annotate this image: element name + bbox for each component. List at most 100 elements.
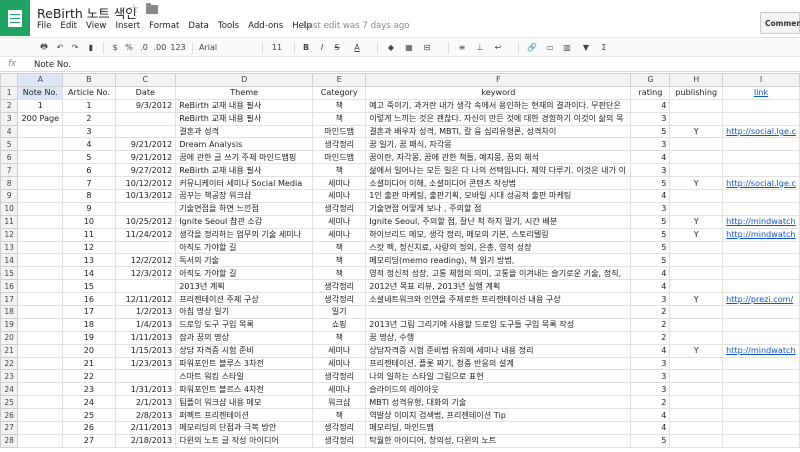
cell-d24[interactable]: 파워포인트 블르스 4차전 bbox=[175, 382, 314, 397]
cell-d23[interactable]: 스마트 워킹 스타일 bbox=[175, 369, 314, 384]
select-all-corner[interactable] bbox=[0, 73, 19, 87]
cell-b3[interactable]: 2 bbox=[62, 111, 116, 126]
menu-addons[interactable]: Add-ons bbox=[248, 21, 283, 31]
cell-b8[interactable]: 7 bbox=[62, 176, 116, 191]
cell-c13[interactable] bbox=[114, 240, 177, 255]
cell-c27[interactable]: 2/11/2013 bbox=[114, 421, 177, 435]
cell-c12[interactable]: 11/24/2012 bbox=[114, 227, 177, 242]
cell-g12[interactable]: 5 bbox=[630, 227, 671, 242]
row-header[interactable]: 4 bbox=[0, 124, 19, 139]
cell-c22[interactable]: 1/23/2013 bbox=[114, 356, 177, 371]
cell-g5[interactable]: 3 bbox=[630, 137, 671, 152]
cell-f22[interactable]: 프리젠테이션, 플롯 짜기, 청중 반응의 설계 bbox=[365, 356, 632, 371]
cell-d15[interactable]: 아직도 가야할 길 bbox=[175, 266, 314, 281]
cell-i5[interactable] bbox=[722, 137, 800, 152]
cell-d20[interactable]: 잠과 꿈의 명상 bbox=[175, 330, 314, 345]
cell-a14[interactable] bbox=[17, 253, 64, 268]
cell-i11[interactable]: http://mindwatch bbox=[722, 214, 800, 229]
cell-f20[interactable]: 꿈 명상, 수행 bbox=[365, 330, 632, 345]
cell-d18[interactable]: 아침 명상 일기 bbox=[175, 305, 314, 319]
cell-h15[interactable] bbox=[669, 266, 724, 281]
menu-view[interactable]: View bbox=[86, 21, 106, 31]
row-header[interactable]: 14 bbox=[0, 253, 19, 268]
cell-b11[interactable]: 10 bbox=[62, 214, 116, 229]
cell-b16[interactable]: 15 bbox=[62, 279, 116, 294]
cell-h17[interactable]: Y bbox=[669, 292, 724, 307]
cell-b15[interactable]: 14 bbox=[62, 266, 116, 281]
cell-c26[interactable]: 2/8/2013 bbox=[114, 408, 177, 423]
cell-d3[interactable]: ReBirth 교재 내용 필사 bbox=[175, 111, 314, 126]
cell-b21[interactable]: 20 bbox=[62, 343, 116, 358]
decrease-decimal-button[interactable]: .0 bbox=[138, 41, 150, 54]
cell-i22[interactable] bbox=[722, 356, 800, 371]
cell-e13[interactable]: 책 bbox=[312, 240, 367, 255]
cell-f5[interactable]: 꿈 일기, 꿈 패식, 자각몽 bbox=[365, 137, 632, 152]
cell-i16[interactable] bbox=[722, 279, 800, 294]
insert-comment-icon[interactable]: ▭ bbox=[544, 41, 556, 54]
cell-c24[interactable]: 1/31/2013 bbox=[114, 382, 177, 397]
cell-g11[interactable]: 5 bbox=[630, 214, 671, 229]
cell-b20[interactable]: 19 bbox=[62, 330, 116, 345]
cell-d14[interactable]: 독서의 기술 bbox=[175, 253, 314, 268]
cell-d25[interactable]: 팀플이 워크샵 내용 메모 bbox=[175, 395, 314, 410]
cell-f15[interactable]: 영적 정신적 성장, 고통 체험의 의미, 고통을 이겨내는 슬기로운 기술, … bbox=[365, 266, 632, 281]
cell-a20[interactable] bbox=[17, 330, 64, 345]
cell-h20[interactable] bbox=[669, 330, 724, 345]
cell-a1[interactable]: Note No. bbox=[17, 85, 64, 100]
row-header[interactable]: 19 bbox=[0, 317, 19, 332]
cell-a28[interactable] bbox=[17, 433, 64, 448]
cell-b13[interactable]: 12 bbox=[62, 240, 116, 255]
cell-a11[interactable] bbox=[17, 214, 64, 229]
row-header[interactable]: 21 bbox=[0, 343, 19, 358]
font-family-select[interactable]: Arial bbox=[199, 41, 249, 54]
cell-e6[interactable]: 마인드맵 bbox=[312, 150, 367, 165]
cell-f25[interactable]: MBTI 성격유형, 대화의 기술 bbox=[365, 395, 632, 410]
cell-i24[interactable] bbox=[722, 382, 800, 397]
cell-d17[interactable]: 프리젠테이션 주제 구상 bbox=[175, 292, 314, 307]
cell-b7[interactable]: 6 bbox=[62, 163, 116, 178]
cell-g14[interactable]: 5 bbox=[630, 253, 671, 268]
row-header[interactable]: 20 bbox=[0, 330, 19, 345]
cell-h11[interactable]: Y bbox=[669, 214, 724, 229]
cell-i3[interactable] bbox=[722, 111, 800, 126]
cell-c21[interactable]: 1/15/2013 bbox=[114, 343, 177, 358]
cell-a27[interactable] bbox=[17, 421, 64, 435]
cell-g7[interactable]: 3 bbox=[630, 163, 671, 178]
cell-i20[interactable] bbox=[722, 330, 800, 345]
italic-button[interactable]: I bbox=[316, 41, 328, 54]
cell-f7[interactable]: 삶에서 일어나는 모든 일은 다 나의 선택입니다. 제약 다루기. 이것은 내… bbox=[365, 163, 632, 178]
cell-c23[interactable] bbox=[114, 369, 177, 384]
cell-h18[interactable] bbox=[669, 305, 724, 319]
cell-b26[interactable]: 25 bbox=[62, 408, 116, 423]
column-header-a[interactable]: A bbox=[17, 73, 64, 87]
cell-h14[interactable] bbox=[669, 253, 724, 268]
borders-icon[interactable]: ▦ bbox=[403, 41, 415, 54]
menu-file[interactable]: File bbox=[37, 21, 51, 31]
cell-e22[interactable]: 세미나 bbox=[312, 356, 367, 371]
cell-f17[interactable]: 소셜네트워크와 인연을 주제로한 프리젠테이션 내용 구상 bbox=[365, 292, 632, 307]
cell-e11[interactable]: 세미나 bbox=[312, 214, 367, 229]
cell-e17[interactable]: 생각정리 bbox=[312, 292, 367, 307]
percent-button[interactable]: % bbox=[124, 41, 134, 54]
cell-c1[interactable]: Date bbox=[114, 85, 177, 100]
cell-f6[interactable]: 꿈이란, 자각몽, 꿈에 관한 책들, 예지몽, 꿈의 해석 bbox=[365, 150, 632, 165]
cell-h28[interactable] bbox=[669, 433, 724, 448]
cell-b5[interactable]: 4 bbox=[62, 137, 116, 152]
row-header[interactable]: 7 bbox=[0, 163, 19, 178]
merge-cells-icon[interactable]: ⊟ bbox=[421, 41, 433, 54]
cell-i6[interactable] bbox=[722, 150, 800, 165]
cell-g9[interactable]: 4 bbox=[630, 189, 671, 203]
sheets-logo[interactable] bbox=[0, 0, 30, 36]
column-header-b[interactable]: B bbox=[62, 73, 116, 87]
cell-a26[interactable] bbox=[17, 408, 64, 423]
menu-tools[interactable]: Tools bbox=[218, 21, 239, 31]
cell-g20[interactable]: 2 bbox=[630, 330, 671, 345]
cell-g17[interactable]: 3 bbox=[630, 292, 671, 307]
insert-chart-icon[interactable]: ▥ bbox=[561, 41, 573, 54]
cell-e25[interactable]: 워크샵 bbox=[312, 395, 367, 410]
cell-e5[interactable]: 생각정리 bbox=[312, 137, 367, 152]
cell-e28[interactable]: 생각정리 bbox=[312, 433, 367, 448]
cell-e27[interactable]: 생각정리 bbox=[312, 421, 367, 435]
cell-e26[interactable]: 책 bbox=[312, 408, 367, 423]
align-vertical-icon[interactable]: ⊥ bbox=[474, 41, 486, 54]
